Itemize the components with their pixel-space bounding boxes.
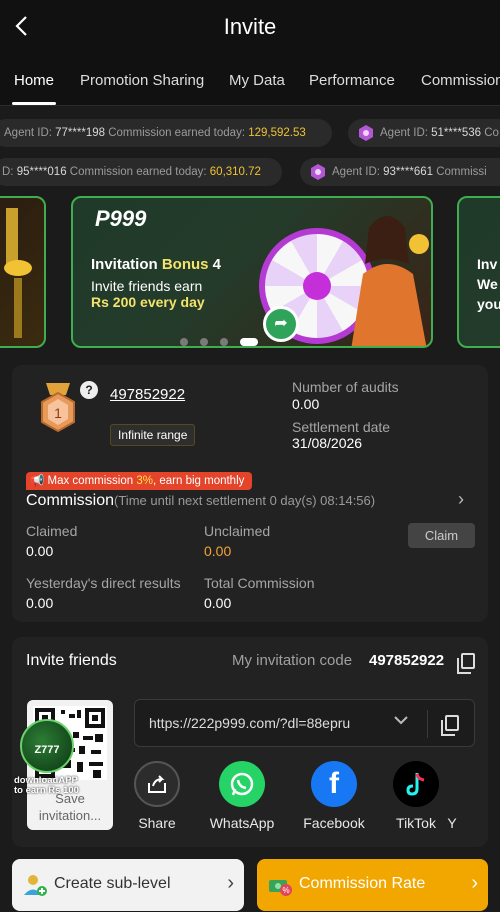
total-commission-label: Total Commission <box>204 575 315 591</box>
share-option-facebook[interactable]: f Facebook <box>294 761 374 831</box>
rank-number: 1 <box>54 405 62 421</box>
help-icon[interactable]: ? <box>80 381 98 399</box>
settlement-label: Settlement date <box>292 419 391 435</box>
total-commission-value: 0.00 <box>204 595 232 611</box>
carousel-dot[interactable] <box>200 338 208 346</box>
chevron-right-icon[interactable]: › <box>458 489 464 510</box>
tab-performance[interactable]: Performance <box>309 72 395 89</box>
wheel-hub <box>303 272 331 300</box>
unclaimed-value: 0.00 <box>204 543 232 559</box>
chevron-right-icon: › <box>227 872 234 894</box>
brand-logo: P999 <box>95 206 147 231</box>
banner-slide-next[interactable]: Inv We you <box>457 196 500 348</box>
share-icon <box>134 761 180 807</box>
rank-badge-icon: 1 <box>41 383 75 433</box>
chevron-right-icon: › <box>471 872 478 894</box>
tab-commission[interactable]: Commission <box>421 72 500 89</box>
invite-friends-card: Invite friends My invitation code 497852… <box>12 637 488 847</box>
claimed-label: Claimed <box>26 523 78 539</box>
invitation-code-label: My invitation code <box>232 652 353 669</box>
claimed-value: 0.00 <box>26 543 54 559</box>
ticker-item: Agent ID: 51****536 Co <box>348 119 500 147</box>
next-settlement-countdown: (Time until next settlement 0 day(s) 08:… <box>114 493 376 508</box>
tab-promotion-sharing[interactable]: Promotion Sharing <box>80 72 204 89</box>
commission-rate-button[interactable]: % Commission Rate › <box>257 859 488 911</box>
money-icon: % <box>269 880 292 896</box>
invite-link-field[interactable]: https://222p999.com/?dl=88epru <box>134 699 475 747</box>
banner-carousel[interactable]: P999 Invitation Bonus 4 Invite friends e… <box>0 196 500 356</box>
megaphone-icon: 📢 <box>30 475 48 487</box>
banner-slide-prev[interactable] <box>0 196 46 348</box>
medal-icon <box>359 124 373 141</box>
more-icon <box>442 761 462 807</box>
z777-badge-image: Z777 <box>20 719 74 773</box>
range-badge: Infinite range <box>110 424 196 446</box>
banner-headline: Invitation Bonus 4 <box>91 256 222 273</box>
agent-commission-card: 1 ? 497852922 Infinite range Number of a… <box>12 365 488 622</box>
create-sub-level-button[interactable]: Create sub-level › <box>12 859 244 911</box>
tab-home[interactable]: Home <box>14 72 54 89</box>
commission-title[interactable]: Commission(Time until next settlement 0 … <box>26 492 375 510</box>
share-option-more[interactable]: Y <box>442 761 462 831</box>
banner-slide-current[interactable]: P999 Invitation Bonus 4 Invite friends e… <box>71 196 433 348</box>
settlement-value: 31/08/2026 <box>292 435 363 451</box>
audits-value: 0.00 <box>292 396 320 412</box>
hostess-image <box>351 216 429 346</box>
share-option-share[interactable]: Share <box>117 761 197 831</box>
banner-subline: Invite friends earn <box>91 278 203 294</box>
medal-icon <box>311 163 325 180</box>
tab-bar: Home Promotion Sharing My Data Performan… <box>0 56 500 106</box>
ticker-item: Agent ID: 77****198 Commission earned to… <box>0 119 332 147</box>
audits-label: Number of audits <box>292 379 399 395</box>
whatsapp-icon <box>219 761 265 807</box>
add-user-icon <box>24 875 47 896</box>
carousel-dot-active[interactable] <box>240 338 258 346</box>
divider <box>427 710 428 738</box>
share-option-whatsapp[interactable]: WhatsApp <box>202 761 282 831</box>
yesterday-results-value: 0.00 <box>26 595 54 611</box>
top-bar: Invite <box>0 0 500 56</box>
active-tab-indicator <box>12 102 56 105</box>
carousel-dot[interactable] <box>220 338 228 346</box>
chevron-down-icon[interactable] <box>393 712 409 733</box>
banner-reward: Rs 200 every day <box>91 294 205 310</box>
tab-my-data[interactable]: My Data <box>229 72 285 89</box>
invite-friends-title: Invite friends <box>26 652 117 669</box>
invite-link[interactable]: https://222p999.com/?dl=88epru <box>149 715 350 731</box>
invitation-code[interactable]: 497852922 <box>369 652 444 669</box>
copy-icon[interactable] <box>457 653 475 674</box>
claim-button[interactable]: Claim <box>408 523 475 548</box>
banner-next-text: Inv We you <box>477 256 500 312</box>
svg-text:%: % <box>282 886 289 895</box>
yesterday-results-label: Yesterday's direct results <box>26 575 181 591</box>
max-commission-tag: 📢 Max commission 3%, earn big monthly <box>26 472 253 490</box>
trophy-image <box>4 208 32 338</box>
agent-id[interactable]: 497852922 <box>110 386 185 403</box>
tiktok-icon <box>393 761 439 807</box>
unclaimed-label: Unclaimed <box>204 523 271 539</box>
ticker-item: Agent ID: 93****661 Commissi <box>300 158 500 186</box>
download-promo-text: downloadAPP to earn Rs 100 <box>14 775 79 796</box>
ticker-item: D: 95****016 Commission earned today: 60… <box>0 158 282 186</box>
carousel-dot[interactable] <box>180 338 188 346</box>
copy-link-icon[interactable] <box>441 715 459 736</box>
share-arrow-icon: ➦ <box>263 306 299 342</box>
facebook-icon: f <box>311 761 357 807</box>
page-title: Invite <box>223 14 277 39</box>
